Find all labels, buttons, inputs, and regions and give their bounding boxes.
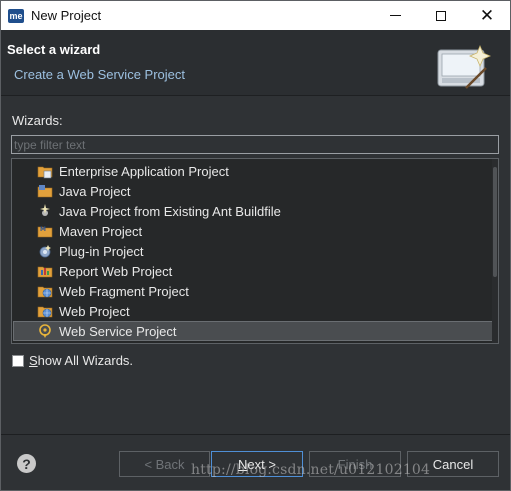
minimize-button[interactable]: [372, 1, 418, 30]
wizard-banner-icon: [437, 44, 492, 89]
tree-item-web-service-project[interactable]: Web Service Project: [13, 321, 493, 341]
footer-separator: [1, 434, 510, 435]
web-project-icon: [37, 306, 53, 318]
svg-text:M: M: [40, 226, 46, 233]
tree-item-label: Web Fragment Project: [59, 284, 189, 299]
tree-item-java-project-from-ant[interactable]: Java Project from Existing Ant Buildfile: [13, 201, 493, 221]
window-title: New Project: [31, 8, 102, 23]
tree-item-plugin-project[interactable]: Plug-in Project: [13, 241, 493, 261]
tree-item-enterprise-application-project[interactable]: Enterprise Application Project: [13, 161, 493, 181]
tree-item-label: Enterprise Application Project: [59, 164, 229, 179]
tree-item-label: Plug-in Project: [59, 244, 144, 259]
new-project-dialog: me New Project ✕ Select a wizard Create …: [0, 0, 511, 491]
ant-buildfile-icon: [40, 204, 50, 216]
show-all-wizards-label: Show All Wizards.: [29, 353, 134, 368]
web-service-project-icon: [39, 324, 51, 338]
header-title: Select a wizard: [7, 42, 101, 57]
tree-item-report-web-project[interactable]: Report Web Project: [13, 261, 493, 281]
help-icon[interactable]: ?: [17, 454, 36, 473]
maximize-icon: [436, 10, 446, 21]
wizard-header: Select a wizard Create a Web Service Pro…: [1, 30, 510, 96]
tree-scrollbar[interactable]: [492, 159, 498, 343]
tree-item-maven-project[interactable]: M Maven Project: [13, 221, 493, 241]
tree-item-label: Report Web Project: [59, 264, 173, 279]
show-all-wizards-option[interactable]: Show All Wizards.: [12, 353, 133, 368]
java-project-icon: [37, 185, 53, 198]
wizard-tree[interactable]: Enterprise Application Project Java Proj…: [11, 158, 499, 344]
wizards-label: Wizards:: [12, 113, 63, 128]
minimize-icon: [389, 15, 401, 16]
watermark-text: http://blog.csdn.net/u012102104: [191, 462, 431, 478]
web-fragment-project-icon: [37, 286, 53, 298]
plugin-project-icon: [39, 245, 51, 258]
filter-input[interactable]: [11, 135, 499, 154]
title-bar[interactable]: me New Project ✕: [1, 1, 510, 30]
show-all-wizards-checkbox[interactable]: [12, 354, 24, 367]
tree-item-label: Web Service Project: [59, 324, 177, 339]
app-icon: me: [8, 8, 24, 23]
tree-item-label: Maven Project: [59, 224, 143, 239]
tree-item-label: Web Project: [59, 304, 130, 319]
tree-item-web-fragment-project[interactable]: Web Fragment Project: [13, 281, 493, 301]
maximize-button[interactable]: [418, 1, 464, 30]
scrollbar-thumb[interactable]: [493, 167, 497, 277]
tree-item-java-project[interactable]: Java Project: [13, 181, 493, 201]
header-subtitle: Create a Web Service Project: [14, 67, 185, 82]
tree-item-label: Java Project from Existing Ant Buildfile: [59, 204, 281, 219]
maven-project-icon: M: [37, 226, 53, 238]
tree-item-label: Java Project: [59, 184, 131, 199]
close-button[interactable]: ✕: [464, 1, 510, 30]
report-web-project-icon: [37, 266, 53, 278]
enterprise-project-icon: [37, 166, 53, 179]
close-icon: ✕: [479, 6, 495, 25]
tree-item-web-project[interactable]: Web Project: [13, 301, 493, 321]
